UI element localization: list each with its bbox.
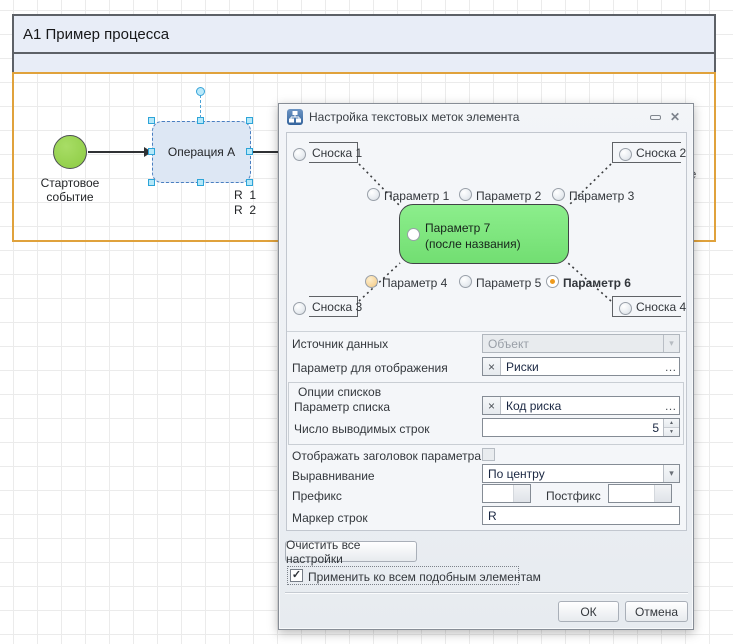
footnote-1-label: Сноска 1 <box>312 146 362 160</box>
ellipsis-icon[interactable]: … <box>662 358 679 375</box>
process-title: A1 Пример процесса <box>23 26 169 43</box>
selection-handle[interactable] <box>197 179 204 186</box>
prefix-input-button[interactable] <box>513 485 530 502</box>
start-event-label: Стартовоесобытие <box>28 176 112 204</box>
display-param-value: Риски <box>501 358 662 375</box>
selection-handle[interactable] <box>148 148 155 155</box>
spin-up-icon[interactable]: ▲ <box>664 419 679 427</box>
param-3-label: Параметр 3 <box>569 189 634 203</box>
data-source-label: Источник данных <box>292 337 388 351</box>
footer-separator <box>285 592 688 594</box>
postfix-input-button[interactable] <box>654 485 671 502</box>
radio-footnote-3[interactable] <box>293 302 306 315</box>
chevron-down-icon[interactable]: ▾ <box>663 465 679 482</box>
text-labels-dialog: Настройка текстовых меток элемента ✕ Сно… <box>278 103 694 630</box>
marker-label: Маркер строк <box>292 511 368 525</box>
apply-all-label: Применить ко всем подобным элементам <box>308 570 541 584</box>
diagram-app-icon <box>287 109 303 125</box>
operation-a-shape[interactable]: Операция А <box>152 121 251 183</box>
rows-count-value: 5 <box>483 419 663 436</box>
rotation-handle[interactable] <box>196 87 205 96</box>
footnote-3-label: Сноска 3 <box>312 300 362 314</box>
dialog-titlebar[interactable]: Настройка текстовых меток элемента ✕ <box>279 104 693 130</box>
selection-handle[interactable] <box>148 117 155 124</box>
risk-marker-1: R 1 <box>234 188 256 202</box>
clear-value-icon[interactable]: × <box>483 358 501 375</box>
param-7-label: Параметр 7 <box>425 221 490 235</box>
param-4-label: Параметр 4 <box>382 276 447 290</box>
clear-value-icon[interactable]: × <box>483 397 501 414</box>
param-1-label: Параметр 1 <box>384 189 449 203</box>
process-title-band: A1 Пример процесса <box>12 14 716 54</box>
apply-all-checkbox[interactable]: ✓ <box>290 569 303 582</box>
ellipsis-icon[interactable]: … <box>662 397 679 414</box>
display-param-picker[interactable]: × Риски … <box>482 357 680 376</box>
radio-param-5[interactable] <box>459 275 472 288</box>
selection-handle[interactable] <box>148 179 155 186</box>
show-header-label: Отображать заголовок параметра <box>292 449 481 463</box>
risk-marker-2: R 2 <box>234 203 256 217</box>
postfix-input[interactable] <box>608 484 672 503</box>
list-options-title: Опции списков <box>298 385 381 399</box>
data-source-combobox: Объект ▾ <box>482 334 680 353</box>
marker-value: R <box>483 507 679 524</box>
param-7-sublabel: (после названия) <box>425 237 521 251</box>
panel-divider <box>287 331 686 332</box>
selection-handle[interactable] <box>197 117 204 124</box>
spinner-buttons[interactable]: ▲ ▼ <box>663 419 679 436</box>
chevron-down-icon: ▾ <box>663 335 679 352</box>
display-param-label: Параметр для отображения <box>292 361 448 375</box>
minimize-icon[interactable] <box>645 109 665 125</box>
footnote-1-bracket: Сноска 1 <box>309 142 358 163</box>
radio-footnote-1[interactable] <box>293 148 306 161</box>
alignment-label: Выравнивание <box>292 469 375 483</box>
radio-param-1[interactable] <box>367 188 380 201</box>
start-event-shape[interactable] <box>53 135 87 169</box>
radio-param-4[interactable] <box>365 275 378 288</box>
rotation-handle-line <box>200 95 201 118</box>
postfix-label: Постфикс <box>546 489 601 503</box>
radio-param-2[interactable] <box>459 188 472 201</box>
param-6-label: Параметр 6 <box>563 276 631 290</box>
edge-start-to-operation[interactable] <box>88 151 144 153</box>
prefix-input[interactable] <box>482 484 531 503</box>
rows-count-label: Число выводимых строк <box>294 422 430 436</box>
check-icon: ✓ <box>292 570 301 581</box>
spin-down-icon[interactable]: ▼ <box>664 427 679 436</box>
data-source-value: Объект <box>483 335 663 352</box>
show-header-checkbox[interactable] <box>482 448 495 461</box>
param-2-label: Параметр 2 <box>476 189 541 203</box>
selection-handle[interactable] <box>246 117 253 124</box>
footnote-2-label: Сноска 2 <box>636 146 686 160</box>
operation-a-label: Операция А <box>168 145 235 159</box>
edge-operation-right[interactable] <box>251 151 279 153</box>
selection-handle[interactable] <box>246 179 253 186</box>
alignment-value: По центру <box>483 465 663 482</box>
rows-count-spinner[interactable]: 5 ▲ ▼ <box>482 418 680 437</box>
list-param-label: Параметр списка <box>294 400 390 414</box>
footnote-3-bracket: Сноска 3 <box>309 296 358 317</box>
list-param-value: Код риска <box>501 397 662 414</box>
close-icon[interactable]: ✕ <box>665 109 685 125</box>
process-subtitle-band <box>12 54 716 72</box>
cancel-button[interactable]: Отмена <box>625 601 688 622</box>
radio-param-3[interactable] <box>552 188 565 201</box>
param-5-label: Параметр 5 <box>476 276 541 290</box>
prefix-label: Префикс <box>292 489 342 503</box>
radio-param-6[interactable] <box>546 275 559 288</box>
ok-button[interactable]: ОК <box>558 601 619 622</box>
radio-footnote-2[interactable] <box>619 148 632 161</box>
clear-all-button[interactable]: Очистить все настройки <box>285 541 417 562</box>
radio-footnote-4[interactable] <box>619 302 632 315</box>
dialog-title: Настройка текстовых меток элемента <box>309 110 645 124</box>
selection-handle[interactable] <box>246 148 253 155</box>
footnote-4-label: Сноска 4 <box>636 300 686 314</box>
list-param-picker[interactable]: × Код риска … <box>482 396 680 415</box>
marker-input[interactable]: R <box>482 506 680 525</box>
radio-param-7[interactable] <box>407 228 420 241</box>
alignment-combobox[interactable]: По центру ▾ <box>482 464 680 483</box>
